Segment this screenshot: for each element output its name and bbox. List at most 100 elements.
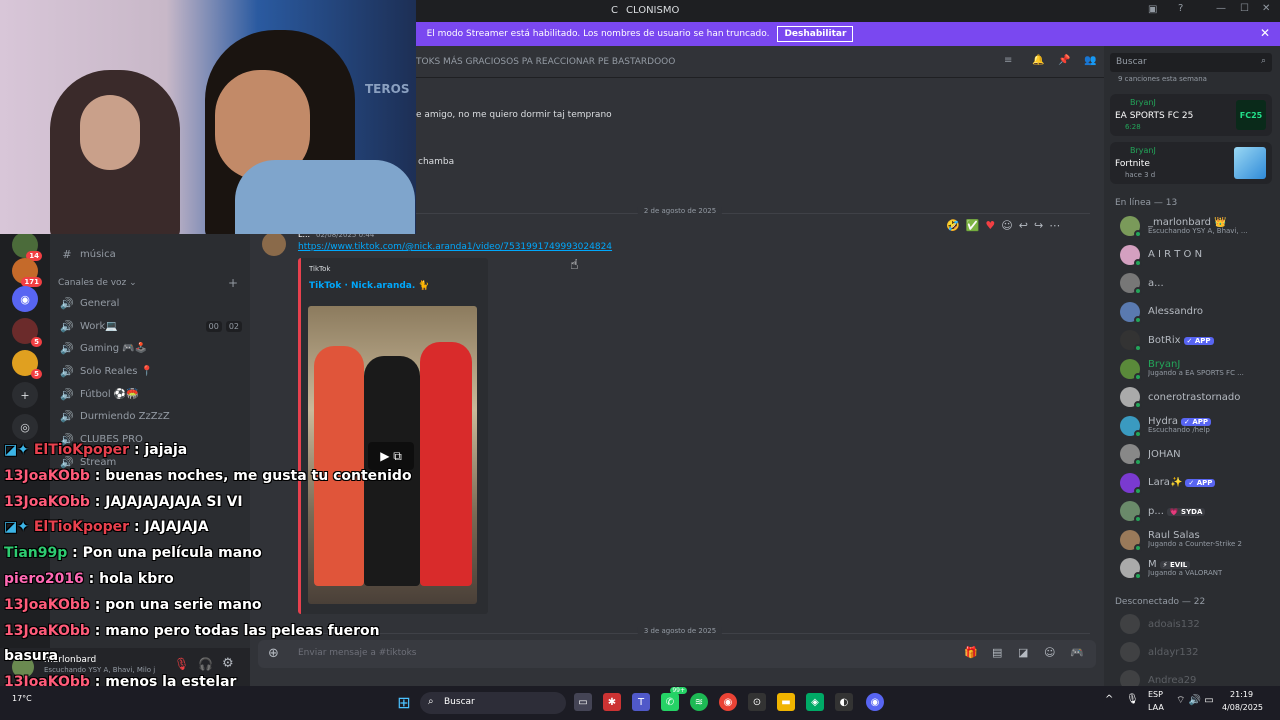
language-top[interactable]: ESP [1148, 690, 1163, 699]
clock-time[interactable]: 21:19 [1230, 690, 1253, 699]
emoji-icon[interactable]: ☺ [1044, 646, 1055, 659]
members-icon[interactable]: 👥 [1084, 55, 1096, 66]
server-icon[interactable]: 14 [12, 232, 42, 261]
forward-icon[interactable]: ↪ [1034, 219, 1043, 232]
status-dot [1134, 515, 1142, 523]
explore-icon[interactable]: ◎ [12, 414, 38, 440]
reply-icon[interactable]: ↩ [1019, 219, 1028, 232]
voice-channel-solo-reales[interactable]: 🔊 Solo Reales 📍 [58, 361, 242, 381]
voice-category[interactable]: Canales de voz ⌄ [58, 278, 137, 288]
voice-channel-work[interactable]: 🔊 Work💻 00 02 [58, 316, 242, 336]
file-explorer-icon[interactable]: ▬ [777, 693, 795, 711]
member-name: Lara✨ [1148, 477, 1183, 488]
search-input[interactable]: Buscar ⌕ [1110, 53, 1272, 72]
app-icon[interactable]: ◐ [835, 693, 853, 711]
weather-temp[interactable]: 17°C [12, 694, 32, 703]
member-row[interactable]: a... [1120, 272, 1272, 295]
add-server-icon[interactable]: + [12, 382, 38, 408]
member-row[interactable]: BryanJ Jugando a EA SPORTS FC ... [1120, 358, 1272, 381]
check-reaction-icon[interactable]: ✅ [966, 219, 980, 232]
speaker-icon: 🔊 [60, 296, 74, 310]
member-name: Andrea29 [1148, 674, 1197, 686]
more-icon[interactable]: ⋯ [1049, 219, 1060, 232]
inbox-icon[interactable]: ▣ [1148, 4, 1157, 15]
member-row[interactable]: Lara✨ ✓ APP [1120, 472, 1272, 495]
server-icon[interactable]: 171 [12, 258, 42, 287]
sticker-icon[interactable]: ◪ [1018, 646, 1028, 659]
maximize-icon[interactable]: ☐ [1240, 3, 1249, 14]
banner-text: El modo Streamer está habilitado. Los no… [426, 29, 770, 39]
app-icon[interactable]: ◈ [806, 693, 824, 711]
embed-provider: TikTok [309, 265, 331, 273]
teams-icon[interactable]: T [632, 693, 650, 711]
close-window-icon[interactable]: ✕ [1262, 3, 1270, 14]
member-row[interactable]: _marlonbard 👑 Escuchando YSY A, Bhavi, ..… [1120, 215, 1272, 238]
gift-icon[interactable]: 🎁 [964, 646, 978, 659]
member-row[interactable]: Raul Salas Jugando a Counter-Strike 2 [1120, 529, 1272, 552]
app-icon[interactable]: ✱ [603, 693, 621, 711]
member-name: A I R T O N [1148, 249, 1203, 260]
member-row[interactable]: BotRix ✓ APP [1120, 329, 1272, 352]
disable-streamer-button[interactable]: Deshabilitar [777, 26, 854, 42]
taskbar-search[interactable]: ⌕ Buscar [420, 692, 566, 714]
voice-channel-general[interactable]: 🔊 General [58, 293, 242, 313]
add-reaction-icon[interactable]: ☺ [1001, 219, 1012, 232]
apps-icon[interactable]: 🎮 [1070, 646, 1084, 659]
stream-chat-line: 13JoaKObb : buenas noches, me gusta tu c… [4, 467, 412, 484]
close-banner-icon[interactable]: ✕ [1260, 26, 1270, 40]
tiktok-link[interactable]: https://www.tiktok.com/@nick.aranda1/vid… [298, 242, 612, 252]
member-activity: Escuchando YSY A, Bhavi, ... [1148, 226, 1248, 235]
clock-date[interactable]: 4/08/2025 [1222, 703, 1263, 712]
member-name: Alessandro [1148, 306, 1204, 317]
member-row-offline[interactable]: aldayr132 [1120, 641, 1272, 663]
member-row-offline[interactable]: adoais132 [1120, 613, 1272, 635]
emoji-reaction-icon[interactable]: 🤣 [946, 219, 960, 232]
mic-icon[interactable]: 🎙 [1126, 694, 1139, 705]
webcam-overlay: TEROS [0, 0, 416, 234]
member-row[interactable]: p... 💗 SYDA [1120, 500, 1272, 523]
avatar [1120, 614, 1140, 634]
minimize-icon[interactable]: — [1216, 3, 1226, 14]
discord-server-icon[interactable]: ◉ [12, 286, 38, 312]
heart-reaction-icon[interactable]: ♥ [985, 219, 995, 232]
discord-icon[interactable]: ◉ [866, 693, 884, 711]
windows-start-icon[interactable]: ⊞ [395, 693, 413, 712]
spotify-icon[interactable]: ≋ [690, 693, 708, 711]
voice-channel-durmiendo[interactable]: 🔊 Durmiendo ZzZzZ [58, 406, 242, 426]
member-row[interactable]: M ⚡ EVIL Jugando a VALORANT [1120, 557, 1272, 580]
bell-icon[interactable]: 🔔 [1032, 55, 1044, 66]
member-row[interactable]: Hydra ✓ APP Escuchando /help [1120, 415, 1272, 438]
speaker-icon: 🔊 [60, 387, 74, 401]
language-bottom[interactable]: LAA [1148, 703, 1164, 712]
chrome-icon[interactable]: ◉ [719, 693, 737, 711]
member-row[interactable]: A I R T O N [1120, 244, 1272, 267]
server-icon[interactable]: 5 [12, 350, 42, 379]
embed-title[interactable]: TikTok · Nick.aranda. 🐈 [309, 281, 430, 291]
member-row[interactable]: JOHAN [1120, 443, 1272, 466]
app-icon[interactable]: ⊙ [748, 693, 766, 711]
member-name: JOHAN [1148, 448, 1181, 460]
whatsapp-icon[interactable]: ✆ 99+ [661, 687, 687, 711]
task-view-icon[interactable]: ▭ [574, 693, 592, 711]
activity-card[interactable]: BryanJ EA SPORTS FC 25 6:28 FC25 [1110, 94, 1272, 136]
add-channel-icon[interactable]: + [228, 276, 238, 290]
help-icon[interactable]: ? [1178, 3, 1183, 14]
pin-icon[interactable]: 📌 [1058, 55, 1070, 66]
member-row[interactable]: Alessandro [1120, 301, 1272, 324]
server-icon[interactable]: 5 [12, 318, 42, 347]
activity-card[interactable]: BryanJ Fortnite hace 3 d [1110, 142, 1272, 184]
chat-username: piero2016 [4, 571, 84, 587]
voice-channel-gaming[interactable]: 🔊 Gaming 🎮🕹️ [58, 338, 242, 358]
avatar[interactable] [262, 232, 286, 256]
avatar [1120, 330, 1142, 352]
threads-icon[interactable]: ≡ [1004, 55, 1012, 66]
member-row[interactable]: conerotrastornado [1120, 386, 1272, 409]
channel-musica[interactable]: # música [58, 244, 242, 264]
app-badge: ✓ APP [1181, 418, 1212, 427]
gif-icon[interactable]: ▤ [992, 646, 1002, 659]
chat-message: JAJAJAJA [144, 519, 209, 536]
voice-channel-futbol[interactable]: 🔊 Fútbol ⚽🏟️ [58, 384, 242, 404]
tray-chevron-icon[interactable]: ^ [1105, 694, 1113, 705]
wifi-icon[interactable]: ⌔ 🔊 ▭ [1176, 694, 1214, 707]
member-name: aldayr132 [1148, 646, 1199, 658]
